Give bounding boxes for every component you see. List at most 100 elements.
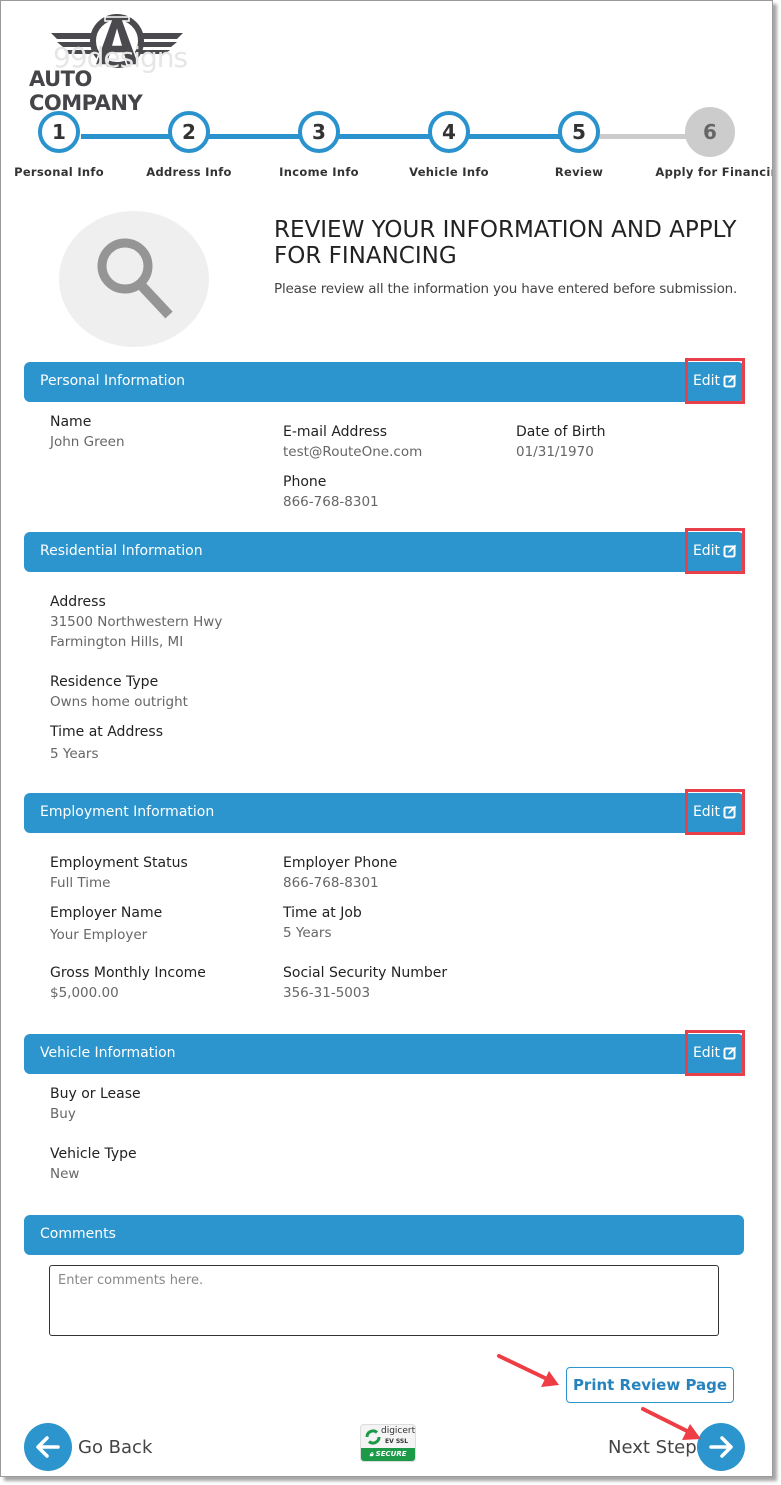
badge-ev-ssl: EV SSL	[385, 1438, 409, 1445]
edit-label: Edit	[692, 373, 721, 389]
field-label: Buy or Lease	[50, 1086, 141, 1102]
field-label: Employment Status	[50, 855, 188, 871]
field-label: Name	[50, 414, 92, 430]
next-step-circle	[697, 1423, 745, 1471]
edit-personal-button[interactable]: Edit	[685, 358, 745, 404]
company-logo: 99designs AUTO COMPANY	[25, 11, 205, 115]
residential-info-header: Residential Information Edit	[24, 528, 745, 574]
field-value-line2: Farmington Hills, MI	[50, 634, 184, 650]
field-value: Your Employer	[50, 927, 148, 943]
field-value: Owns home outright	[50, 694, 188, 710]
go-back-circle	[24, 1423, 72, 1471]
edit-label: Edit	[692, 543, 721, 559]
edit-icon	[723, 805, 737, 819]
step-2-circle[interactable]: 2	[168, 111, 210, 153]
next-step-button[interactable]: Next Step	[601, 1423, 746, 1473]
step-1-label: Personal Info	[14, 165, 104, 179]
field-value: 356-31-5003	[283, 985, 371, 1001]
section-title: Employment Information	[40, 804, 215, 820]
section-title: Personal Information	[40, 373, 186, 389]
go-back-button[interactable]: Go Back	[24, 1423, 164, 1473]
badge-secure: 🔒︎ SECURE	[361, 1448, 415, 1461]
personal-info-header: Personal Information Edit	[24, 358, 745, 404]
employment-info-header: Employment Information Edit	[24, 789, 745, 835]
field-address: Address 31500 Northwestern Hwy Farmingto…	[50, 592, 222, 652]
application-page: 99designs AUTO COMPANY 1 Personal Info 2…	[0, 0, 773, 1477]
field-label: Social Security Number	[283, 965, 448, 981]
edit-icon	[723, 1046, 737, 1060]
field-ssn: Social Security Number 356-31-5003	[283, 963, 447, 1003]
next-step-label: Next Step	[608, 1437, 697, 1458]
edit-icon	[723, 544, 737, 558]
field-employer-phone: Employer Phone 866-768-8301	[283, 853, 397, 893]
page-title: REVIEW YOUR INFORMATION AND APPLY FOR FI…	[274, 217, 737, 269]
step-5-circle[interactable]: 5	[558, 111, 600, 153]
digicert-logo-icon	[365, 1429, 381, 1445]
step-4-circle[interactable]: 4	[428, 111, 470, 153]
field-value: 31500 Northwestern Hwy	[50, 614, 223, 630]
print-review-page-button[interactable]: Print Review Page	[566, 1367, 734, 1403]
field-employment-status: Employment Status Full Time	[50, 853, 188, 893]
edit-icon	[723, 374, 737, 388]
print-label: Print Review Page	[572, 1376, 728, 1394]
arrow-left-icon	[36, 1436, 60, 1458]
field-employer-name: Employer Name Your Employer	[50, 903, 162, 945]
edit-employment-button[interactable]: Edit	[685, 789, 745, 835]
field-label: Employer Phone	[283, 855, 398, 871]
annotation-arrow-print	[497, 1354, 559, 1387]
vehicle-info-header: Vehicle Information Edit	[24, 1030, 745, 1076]
arrow-right-icon	[709, 1436, 733, 1458]
field-value: 5 Years	[50, 746, 99, 762]
field-value: 866-768-8301	[283, 875, 379, 891]
field-label: Employer Name	[50, 905, 163, 921]
field-value: 5 Years	[283, 925, 332, 941]
step-6-label: Apply for Financir	[655, 165, 773, 179]
field-name: Name John Green	[50, 412, 125, 452]
logo-brand-text: AUTO COMPANY	[29, 67, 143, 115]
section-title: Vehicle Information	[40, 1045, 176, 1061]
step-5-label: Review	[554, 165, 604, 179]
field-label: Residence Type	[50, 674, 159, 690]
edit-vehicle-button[interactable]: Edit	[685, 1030, 745, 1076]
field-gross-monthly-income: Gross Monthly Income $5,000.00	[50, 963, 206, 1003]
field-dob: Date of Birth 01/31/1970	[516, 422, 605, 462]
field-value: $5,000.00	[50, 985, 119, 1001]
go-back-label: Go Back	[78, 1437, 153, 1458]
field-value: John Green	[50, 434, 125, 450]
edit-label: Edit	[692, 804, 721, 820]
field-vehicle-type: Vehicle Type New	[50, 1144, 137, 1184]
field-value: 866-768-8301	[283, 494, 379, 510]
hero-icon-circle	[59, 211, 209, 347]
field-phone: Phone 866-768-8301	[283, 472, 379, 512]
comments-input[interactable]	[49, 1265, 719, 1336]
step-2-label: Address Info	[146, 165, 232, 179]
field-label: Phone	[283, 474, 327, 490]
field-label: Date of Birth	[516, 424, 606, 440]
step-3-label: Income Info	[279, 165, 359, 179]
field-label: E-mail Address	[283, 424, 388, 440]
step-6-circle: 6	[685, 107, 735, 157]
field-label: Vehicle Type	[50, 1146, 137, 1162]
field-value: test@RouteOne.com	[283, 444, 423, 460]
badge-secure-text: SECURE	[375, 1450, 407, 1458]
badge-brand: digicert	[381, 1426, 416, 1436]
lock-icon: 🔒︎	[369, 1450, 374, 1458]
field-value: 01/31/1970	[516, 444, 594, 460]
digicert-security-badge: digicert EV SSL 🔒︎ SECURE	[360, 1424, 416, 1462]
step-3-circle[interactable]: 3	[298, 111, 340, 153]
field-residence-type: Residence Type Owns home outright	[50, 672, 188, 712]
field-label: Time at Job	[283, 905, 362, 921]
section-title: Residential Information	[40, 543, 203, 559]
comments-header: Comments	[24, 1215, 744, 1255]
field-email: E-mail Address test@RouteOne.com	[283, 422, 422, 462]
page-subtitle: Please review all the information you ha…	[274, 281, 738, 297]
step-1-circle[interactable]: 1	[38, 111, 80, 153]
edit-label: Edit	[692, 1045, 721, 1061]
field-buy-or-lease: Buy or Lease Buy	[50, 1084, 141, 1124]
field-value: Full Time	[50, 875, 111, 891]
field-time-at-address: Time at Address 5 Years	[50, 722, 163, 764]
field-value: Buy	[50, 1106, 76, 1122]
field-value: New	[50, 1166, 80, 1182]
section-title: Comments	[40, 1226, 116, 1242]
edit-residential-button[interactable]: Edit	[685, 528, 745, 574]
